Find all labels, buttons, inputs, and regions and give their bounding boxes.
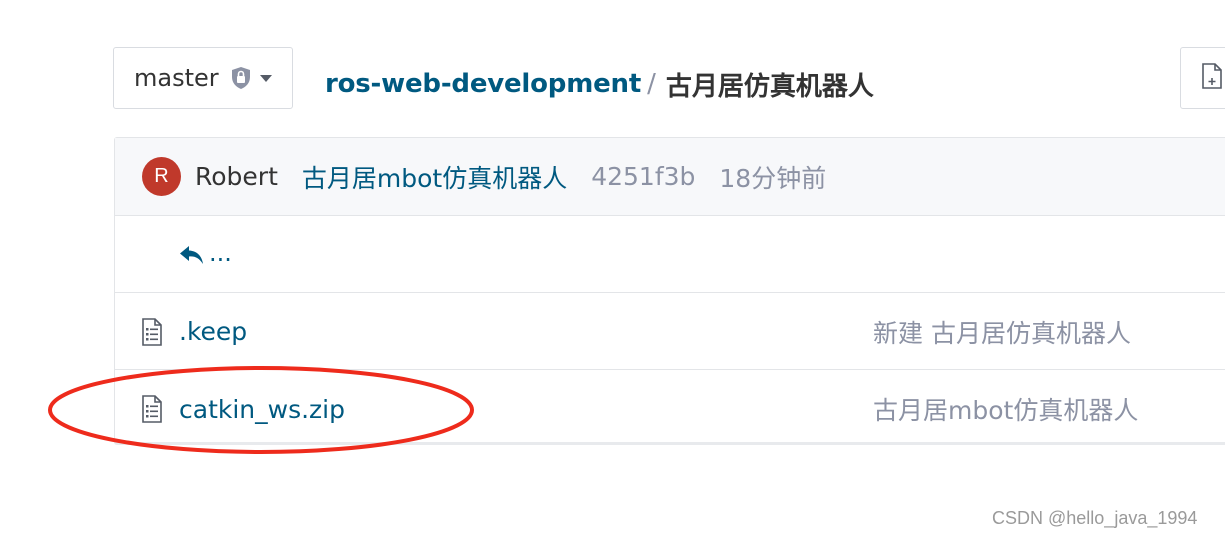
parent-directory-row[interactable]: ...: [115, 217, 1225, 293]
file-row[interactable]: .keep 新建 古月居仿真机器人: [115, 294, 1225, 370]
avatar[interactable]: R: [142, 157, 181, 196]
branch-selector[interactable]: master: [113, 47, 293, 109]
latest-commit-bar: R Robert 古月居mbot仿真机器人 4251f3b 18分钟前: [115, 138, 1225, 216]
file-name-link[interactable]: catkin_ws.zip: [179, 395, 345, 424]
breadcrumb: ros-web-development / 古月居仿真机器人: [325, 64, 874, 104]
reply-arrow-icon: [179, 245, 205, 265]
file-name-link[interactable]: .keep: [179, 317, 247, 346]
parent-directory-label: ...: [209, 238, 232, 267]
lock-shield-icon: [231, 66, 251, 90]
commit-time: 18分钟前: [719, 163, 827, 193]
breadcrumb-separator: /: [647, 69, 656, 99]
new-file-icon: [1201, 63, 1223, 93]
file-last-commit-link[interactable]: 古月居mbot仿真机器人: [873, 391, 1138, 427]
file-document-icon: [141, 317, 165, 346]
commit-message-link[interactable]: 古月居mbot仿真机器人: [302, 159, 567, 195]
file-document-icon: [141, 395, 165, 423]
caret-down-icon: [259, 73, 273, 83]
new-file-button[interactable]: [1180, 47, 1225, 109]
watermark: CSDN @hello_java_1994: [992, 508, 1198, 528]
breadcrumb-repo-link[interactable]: ros-web-development: [325, 69, 641, 99]
file-list-panel: R Robert 古月居mbot仿真机器人 4251f3b 18分钟前 ...: [114, 137, 1225, 445]
file-row[interactable]: catkin_ws.zip 古月居mbot仿真机器人: [115, 371, 1225, 447]
commit-sha[interactable]: 4251f3b: [591, 162, 695, 191]
branch-name: master: [134, 64, 219, 92]
file-last-commit-link[interactable]: 新建 古月居仿真机器人: [873, 314, 1131, 350]
commit-author[interactable]: Robert: [195, 162, 278, 191]
breadcrumb-current-dir: 古月居仿真机器人: [665, 71, 874, 102]
